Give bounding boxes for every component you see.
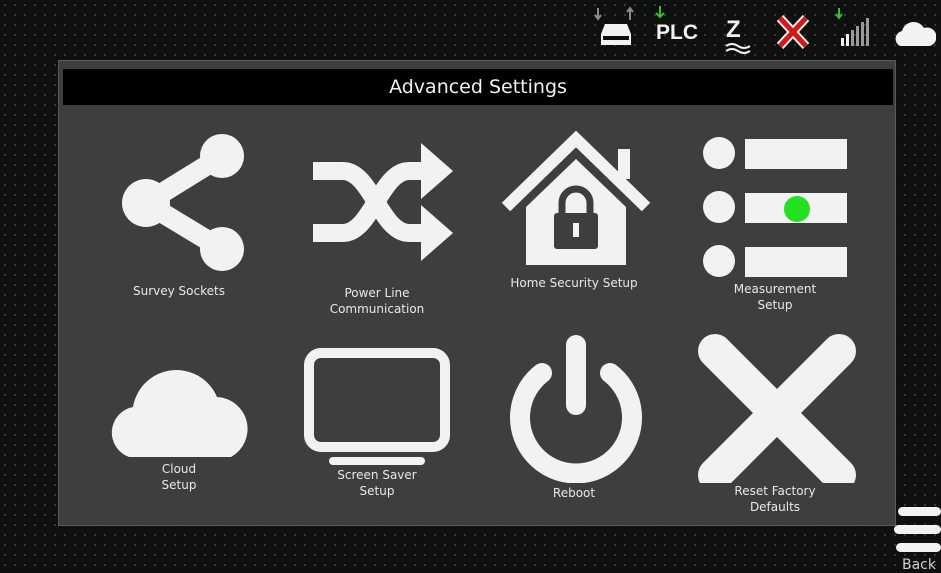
plc-label: PLC: [656, 21, 698, 44]
menu-icon: [894, 507, 941, 552]
tile-survey-sockets[interactable]: Survey Sockets: [89, 123, 269, 333]
tile-label: Screen Saver Setup: [337, 468, 417, 498]
monitor-icon: [304, 348, 450, 465]
back-button[interactable]: Back: [892, 505, 941, 573]
tile-reboot[interactable]: Reboot: [484, 333, 664, 519]
zwave-label: Z: [726, 16, 741, 43]
share-icon: [122, 134, 244, 271]
advanced-settings-panel: Advanced Settings Survey Sockets Power L…: [58, 60, 896, 526]
power-icon: [510, 335, 642, 483]
tile-home-security-setup[interactable]: Home Security Setup: [484, 123, 664, 333]
signal-bars-icon: [832, 6, 874, 50]
tile-label: Power Line Communication: [329, 286, 425, 316]
tile-label: Reset Factory Defaults: [734, 484, 816, 514]
tile-cloud-setup[interactable]: Cloud Setup: [89, 347, 269, 519]
house-lock-icon: [501, 130, 651, 265]
connection-error-icon: [772, 12, 814, 52]
tile-measurement-setup[interactable]: Measurement Setup: [685, 123, 865, 333]
plc-status-icon: PLC: [650, 5, 700, 49]
x-icon: [698, 334, 856, 483]
back-label: Back: [902, 557, 936, 573]
cloud-status-icon: [894, 18, 937, 48]
tile-label: Home Security Setup: [510, 276, 638, 290]
panel-title: Advanced Settings: [63, 69, 893, 105]
tile-label: Reboot: [552, 486, 596, 500]
cloud-icon: [111, 370, 248, 457]
tile-reset-factory-defaults[interactable]: Reset Factory Defaults: [685, 333, 865, 519]
tile-label: Cloud Setup: [161, 462, 197, 492]
highlight-dot: [784, 196, 810, 222]
tile-screen-saver-setup[interactable]: Screen Saver Setup: [287, 347, 467, 519]
storage-drive-icon: [592, 6, 640, 50]
list-icon: [703, 137, 847, 277]
tile-power-line-communication[interactable]: Power Line Communication: [287, 123, 467, 333]
status-bar: PLC Z: [0, 0, 941, 58]
tile-label: Survey Sockets: [133, 284, 225, 298]
shuffle-icon: [313, 143, 453, 261]
zwave-status-icon: Z: [722, 14, 758, 54]
tile-label: Measurement Setup: [733, 282, 817, 312]
